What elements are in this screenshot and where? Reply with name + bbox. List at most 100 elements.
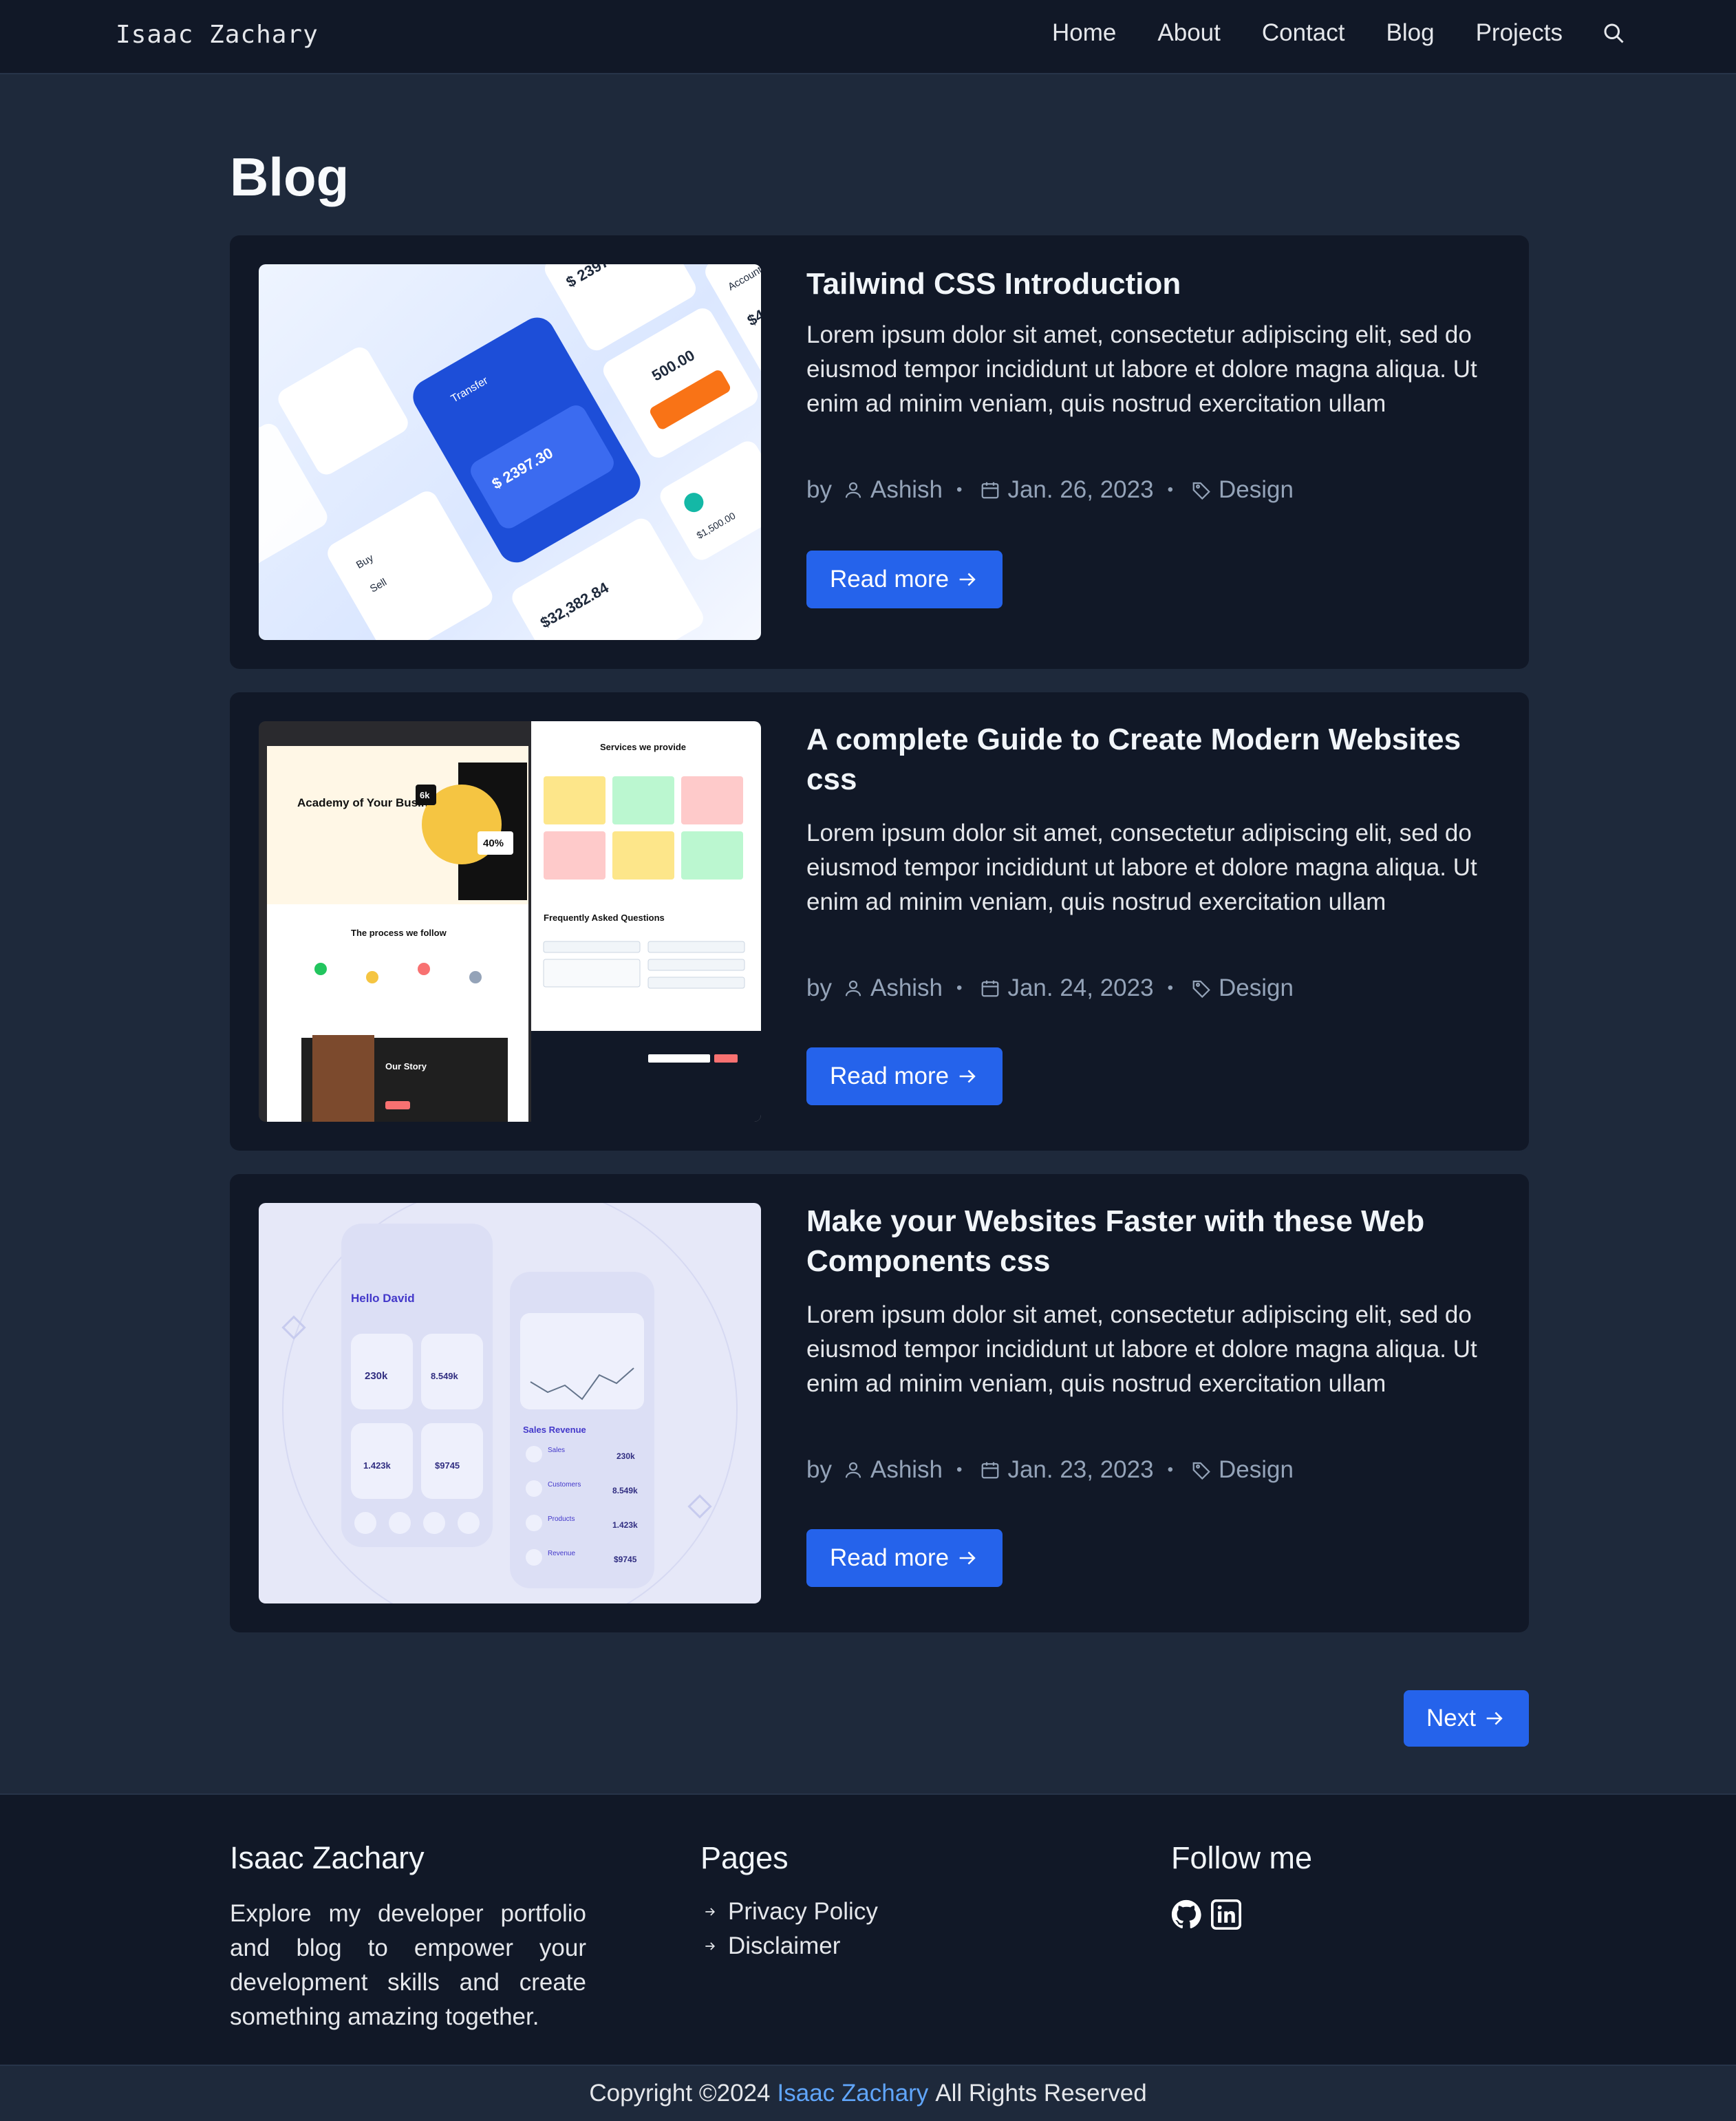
mock-label: 230k [365, 1370, 388, 1382]
read-more-button[interactable]: Read more [806, 551, 1003, 608]
copyright-bar: Copyright ©2024 Isaac Zachary All Rights… [0, 2065, 1736, 2121]
post-tag[interactable]: Design [1219, 974, 1294, 1002]
post-tag[interactable]: Design [1219, 1456, 1294, 1484]
arrow-right-icon [705, 1908, 716, 1916]
read-more-label: Read more [830, 1063, 950, 1089]
nav-link-about[interactable]: About [1157, 19, 1220, 47]
search-icon[interactable] [1601, 21, 1626, 45]
arrow-right-icon [705, 1942, 716, 1950]
footer: Isaac Zachary Explore my developer portf… [0, 1793, 1736, 2065]
post-thumbnail[interactable]: Academy of Your Business 6k 40% The proc… [259, 721, 761, 1122]
post-excerpt: Lorem ipsum dolor sit amet, consectetur … [806, 820, 1477, 915]
tag-icon [1192, 1462, 1210, 1480]
tag-icon [1192, 980, 1210, 999]
mock-label: Our Story [385, 1061, 427, 1072]
mock-label: Sales Revenue [523, 1425, 586, 1435]
arrow-right-icon [959, 1069, 976, 1083]
post-title[interactable]: Tailwind CSS Introduction [806, 264, 1494, 304]
post-author[interactable]: Ashish [870, 974, 943, 1002]
mock-label: Products [548, 1515, 575, 1523]
calendar-icon [982, 980, 999, 997]
mock-label: Frequently Asked Questions [544, 913, 665, 923]
post-meta: by Ashish • Jan. 26, 2023 • Design [806, 476, 1294, 504]
next-label: Next [1426, 1705, 1476, 1731]
separator-dot: • [956, 480, 963, 499]
mock-label: Revenue [548, 1550, 575, 1557]
read-more-button[interactable]: Read more [806, 1529, 1003, 1587]
read-more-button[interactable]: Read more [806, 1047, 1003, 1105]
nav-link-blog[interactable]: Blog [1386, 19, 1435, 47]
footer-link-label: Disclaimer [728, 1932, 841, 1959]
mock-label: Customers [548, 1481, 581, 1489]
post-author[interactable]: Ashish [870, 1456, 943, 1484]
nav-link-contact[interactable]: Contact [1262, 19, 1345, 47]
separator-dot: • [1167, 1460, 1173, 1479]
separator-dot: • [956, 979, 963, 997]
tag-icon [1192, 482, 1210, 500]
mock-label: 8.549k [431, 1371, 459, 1381]
post-card: Transfer $ 2397.30 $ 2397.30 500.00 Acco… [230, 235, 1529, 669]
post-meta: by Ashish • Jan. 23, 2023 • Design [806, 1456, 1294, 1484]
footer-about-title: Isaac Zachary [230, 1840, 425, 1875]
calendar-icon [982, 482, 999, 499]
post-date: Jan. 24, 2023 [1007, 974, 1154, 1001]
mock-label: 230k [617, 1451, 635, 1461]
arrow-right-icon [959, 1551, 976, 1565]
read-more-label: Read more [830, 1544, 950, 1571]
post-tag[interactable]: Design [1219, 476, 1294, 504]
page-title: Blog [230, 147, 350, 207]
mock-label: 40% [483, 838, 504, 849]
post-card: Academy of Your Business 6k 40% The proc… [230, 692, 1529, 1151]
post-excerpt: Lorem ipsum dolor sit amet, consectetur … [806, 321, 1477, 417]
user-icon [845, 980, 861, 996]
read-more-label: Read more [830, 566, 950, 593]
mock-label: Sales [548, 1447, 565, 1454]
calendar-icon [982, 1462, 999, 1479]
footer-pages-title: Pages [700, 1840, 789, 1875]
mock-label: 1.423k [612, 1520, 638, 1530]
post-thumbnail[interactable]: Hello David 230k 8.549k 1.423k $9745 Sal… [259, 1203, 761, 1603]
post-meta: by Ashish • Jan. 24, 2023 • Design [806, 974, 1294, 1002]
mock-label: $9745 [614, 1555, 637, 1564]
separator-dot: • [956, 1460, 963, 1479]
mock-label: Services we provide [600, 742, 686, 752]
by-label: by [806, 476, 832, 503]
footer-link-disclaimer[interactable]: Disclaimer [703, 1932, 840, 1960]
arrow-right-icon [1486, 1712, 1503, 1725]
post-date: Jan. 23, 2023 [1007, 1456, 1154, 1483]
next-page-button[interactable]: Next [1404, 1690, 1529, 1747]
copyright-prefix: Copyright ©2024 [589, 2080, 771, 2107]
post-thumbnail[interactable]: Transfer $ 2397.30 $ 2397.30 500.00 Acco… [259, 264, 761, 640]
post-author[interactable]: Ashish [870, 476, 943, 504]
brand-logo[interactable]: Isaac Zachary [116, 21, 319, 49]
user-icon [845, 1462, 861, 1478]
post-title[interactable]: Make your Websites Faster with these Web… [806, 1202, 1494, 1281]
footer-link-privacy[interactable]: Privacy Policy [703, 1898, 878, 1926]
navbar: Isaac Zachary Home About Contact Blog Pr… [0, 0, 1736, 74]
mock-label: 6k [420, 790, 430, 800]
mock-label: $9745 [435, 1460, 460, 1471]
mock-label: The process we follow [351, 928, 447, 938]
mock-label: 8.549k [612, 1486, 638, 1495]
nav-link-home[interactable]: Home [1052, 19, 1116, 47]
post-date: Jan. 26, 2023 [1007, 476, 1154, 503]
github-icon[interactable] [1171, 1899, 1201, 1933]
linkedin-icon[interactable] [1211, 1899, 1241, 1933]
separator-dot: • [1167, 480, 1173, 499]
by-label: by [806, 974, 832, 1001]
copyright-name-link[interactable]: Isaac Zachary [778, 2080, 929, 2107]
footer-about-text: Explore my developer portfolio and blog … [230, 1900, 586, 2030]
separator-dot: • [1167, 979, 1173, 997]
footer-link-label: Privacy Policy [728, 1898, 878, 1925]
by-label: by [806, 1456, 832, 1483]
mock-label: Hello David [351, 1292, 415, 1305]
post-title[interactable]: A complete Guide to Create Modern Websit… [806, 720, 1494, 800]
post-card: Hello David 230k 8.549k 1.423k $9745 Sal… [230, 1174, 1529, 1632]
user-icon [845, 482, 861, 498]
copyright-suffix: All Rights Reserved [935, 2080, 1147, 2107]
post-excerpt: Lorem ipsum dolor sit amet, consectetur … [806, 1301, 1477, 1397]
mock-label: 1.423k [363, 1460, 392, 1471]
footer-follow-title: Follow me [1171, 1840, 1313, 1875]
main-menu: Home About Contact Blog Projects [1052, 19, 1626, 47]
nav-link-projects[interactable]: Projects [1476, 19, 1563, 47]
